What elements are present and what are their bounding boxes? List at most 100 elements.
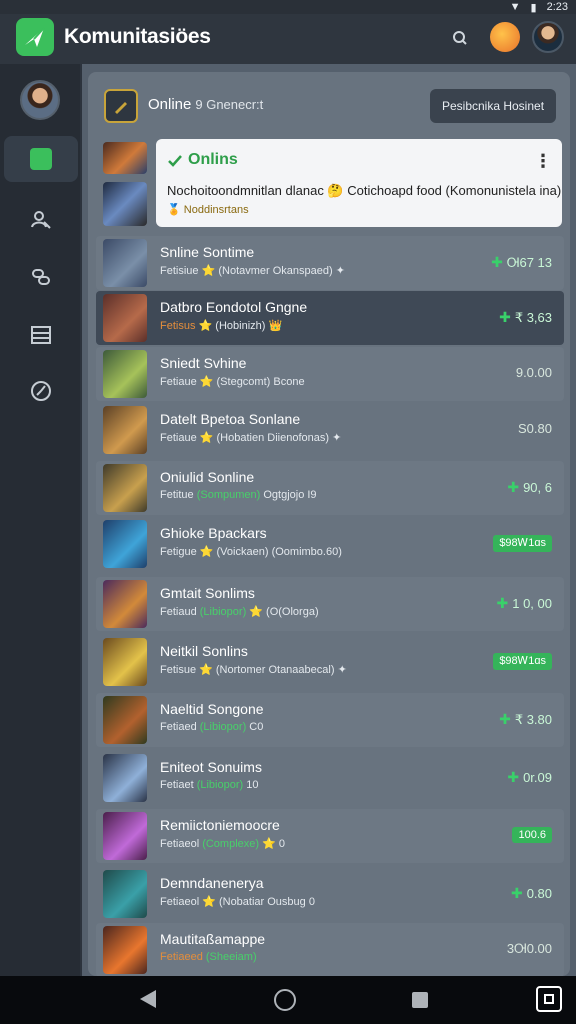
sidebar-item-members[interactable]	[4, 196, 78, 242]
item-subtitle-label: Fetiaet	[160, 779, 194, 791]
more-vertical-icon[interactable]: ⋮	[534, 151, 552, 172]
item-price-value: Ꮊ67 13	[506, 254, 552, 270]
item-title: Oniulid Sonline	[160, 469, 255, 485]
item-subtitle: Fetiaud (Libiopor) ⭐ (O(Olorga)	[160, 605, 319, 618]
wifi-icon: ▼	[509, 1, 521, 13]
item-subtitle-label: Fetiaeed	[160, 951, 203, 963]
notice-title: Onlins	[188, 151, 238, 168]
item-subtitle-tag: ⭐ (Nortomer Otanaabecal)	[199, 664, 335, 676]
item-subtitle: Fetiaeol (Complexe) ⭐ 0	[160, 837, 285, 850]
list-item[interactable]: Mautitaßamappe Fetiaeed (Sheeiam) 3Ꮊ0.00	[96, 923, 564, 977]
list-item[interactable]: Demndanenerya Fetiaeol ⭐ (Nobatiar Ousbug…	[96, 867, 564, 921]
trend-up-icon: ✚	[507, 769, 520, 785]
header-action-button[interactable]: Pesibcnika Hosinet	[430, 89, 556, 123]
item-price: ✚ ₹ 3.80	[499, 711, 552, 728]
item-title: Snline Sontime	[160, 244, 255, 260]
header-title-text: Online	[148, 96, 192, 113]
game-thumbnail	[103, 870, 147, 918]
trend-up-icon: ✚	[499, 711, 511, 727]
item-price: $98Ꮃ1ɑs	[493, 653, 552, 670]
search-icon	[453, 31, 467, 45]
item-subtitle-label: Fetiaue	[160, 432, 197, 444]
list-item[interactable]: Ghioke Bpackars Fetigue ⭐ (Voickaen) (Oom…	[96, 517, 564, 571]
sidebar-item-home[interactable]	[4, 136, 78, 182]
item-subtitle-label: Fetisiue	[160, 265, 199, 277]
item-subtitle-label: Fetiaeol	[160, 896, 200, 908]
sidebar-avatar[interactable]	[20, 80, 60, 120]
item-price-value: 90, 6	[523, 480, 552, 495]
item-title: Mautitaßamappe	[160, 931, 266, 947]
item-title: Demndanenerya	[160, 875, 264, 891]
item-subtitle: Fetiaed (Libiopor) C0	[160, 721, 263, 733]
item-subtitle: Fetisiue ⭐ (Notavmer Okanspaed) ✦	[160, 264, 345, 277]
item-price-value: S0.80	[518, 421, 552, 436]
item-subtitle-tag: (Sheeiam)	[205, 951, 257, 963]
screenshot-icon[interactable]	[536, 986, 562, 1012]
item-subtitle-extra: ✦	[337, 664, 347, 676]
list-item[interactable]: Eniteot Sonuims Fetiaet (Libiopor) 10 ✚ 0r.…	[96, 751, 564, 805]
item-price-value: $98Ꮃ1ɑs	[499, 537, 546, 549]
item-subtitle-extra: ✦	[332, 432, 342, 444]
paper-plane-icon	[25, 27, 45, 47]
game-thumbnail	[103, 520, 147, 568]
item-subtitle-tag: ⭐ (Hobinizh)	[198, 320, 266, 332]
list-item[interactable]: Datbro Eondotol Gngne Fetisus ⭐ (Hobinizh…	[96, 291, 564, 345]
app-logo-icon[interactable]	[16, 18, 54, 56]
list-item[interactable]: Oniulid Sonline Fetitue (Sompumen) Ogtgjo…	[96, 461, 564, 515]
item-subtitle: Fetiaeol ⭐ (Nobatiar Ousbug 0	[160, 895, 315, 908]
trend-up-icon: ✚	[491, 254, 503, 270]
header-title: Online 9 Gnenecr:t	[148, 96, 263, 113]
status-bar: ▼ ▮ 2:23	[0, 0, 576, 14]
list-item[interactable]: Gmtait Sonlims Fetiaud (Libiopor) ⭐ (O(Ol…	[96, 577, 564, 631]
list-item[interactable]: Datelt Bpetoa Sonlane Fetiaue ⭐ (Hobatien…	[96, 403, 564, 457]
notice-tag: 🏅 Noddinsrtans	[167, 204, 249, 216]
home-button-icon[interactable]	[274, 989, 296, 1011]
game-thumbnail	[103, 926, 147, 974]
item-price: ✚ Ꮊ67 13	[491, 254, 552, 271]
item-price: 100.6	[512, 827, 552, 843]
notice-card[interactable]: Onlins ⋮ Nochoitoondmnitlan dlanac 🤔 Cot…	[156, 139, 562, 227]
item-subtitle: Fetigue ⭐ (Voickaen) (Oomimbo.60)	[160, 545, 342, 558]
notification-icon[interactable]	[490, 22, 520, 52]
search-button[interactable]	[448, 26, 472, 50]
item-subtitle: Fetiaue ⭐ (Stegcomt) Bcone	[160, 375, 305, 388]
recents-icon[interactable]	[412, 992, 428, 1008]
screenshot-icon-inner	[544, 994, 554, 1004]
game-thumbnail	[103, 638, 147, 686]
notice-tag-text: Noddinsrtans	[183, 204, 249, 216]
item-price-value: 3Ꮊ0.00	[506, 941, 552, 956]
sidebar-item-list[interactable]	[4, 312, 78, 358]
clock-icon	[31, 381, 51, 401]
item-subtitle-extra: 👑	[268, 320, 283, 332]
item-subtitle-tag: ⭐ (Hobatien Diienofonas)	[199, 432, 330, 444]
game-thumbnail	[103, 406, 147, 454]
game-thumbnail	[103, 812, 147, 860]
sidebar-item-activity[interactable]	[4, 368, 78, 414]
list-item[interactable]: Sniedt Svhine Fetiaue ⭐ (Stegcomt) Bcone 9…	[96, 347, 564, 401]
item-subtitle: Fetisus ⭐ (Hobinizh) 👑	[160, 319, 282, 332]
item-price: ✚ 90, 6	[507, 479, 552, 496]
item-subtitle-tag: ⭐ (Nobatiar Ousbug	[202, 896, 306, 908]
back-icon[interactable]	[140, 990, 156, 1008]
item-title: Ghioke Bpackars	[160, 525, 267, 541]
game-thumbnail	[103, 239, 147, 287]
item-title: Datelt Bpetoa Sonlane	[160, 411, 301, 427]
list-item[interactable]: Remiictoniemoocre Fetiaeol (Complexe) ⭐ 0…	[96, 809, 564, 863]
list-item[interactable]: Snline Sontime Fetisiue ⭐ (Notavmer Okans…	[96, 236, 564, 290]
header-edit-icon[interactable]	[104, 89, 138, 123]
game-thumbnail	[103, 696, 147, 744]
item-subtitle-tag: (Libiopor)	[199, 606, 247, 618]
item-subtitle-tag: (Libiopor)	[199, 721, 247, 733]
item-price-value: $98Ꮃ1ɑs	[499, 655, 546, 667]
item-subtitle-tag: (Complexe)	[202, 838, 260, 850]
list-item[interactable]: Neitkil Sonlins Fetisue ⭐ (Nortomer Otana…	[96, 635, 564, 689]
item-price-value: 0.80	[526, 886, 552, 901]
sidebar-item-groups[interactable]	[4, 254, 78, 300]
profile-avatar[interactable]	[532, 21, 564, 53]
item-subtitle-extra: C0	[249, 721, 264, 733]
item-subtitle-extra: 10	[246, 779, 259, 791]
notice-text: Nochoitoondmnitlan dlanac 🤔 Cotichoapd f…	[167, 183, 562, 198]
sidebar	[0, 64, 80, 976]
list-item[interactable]: Naeltid Songone Fetiaed (Libiopor) C0 ✚ ₹ 3…	[96, 693, 564, 747]
app-bar: Komunitasiöes	[0, 14, 576, 64]
